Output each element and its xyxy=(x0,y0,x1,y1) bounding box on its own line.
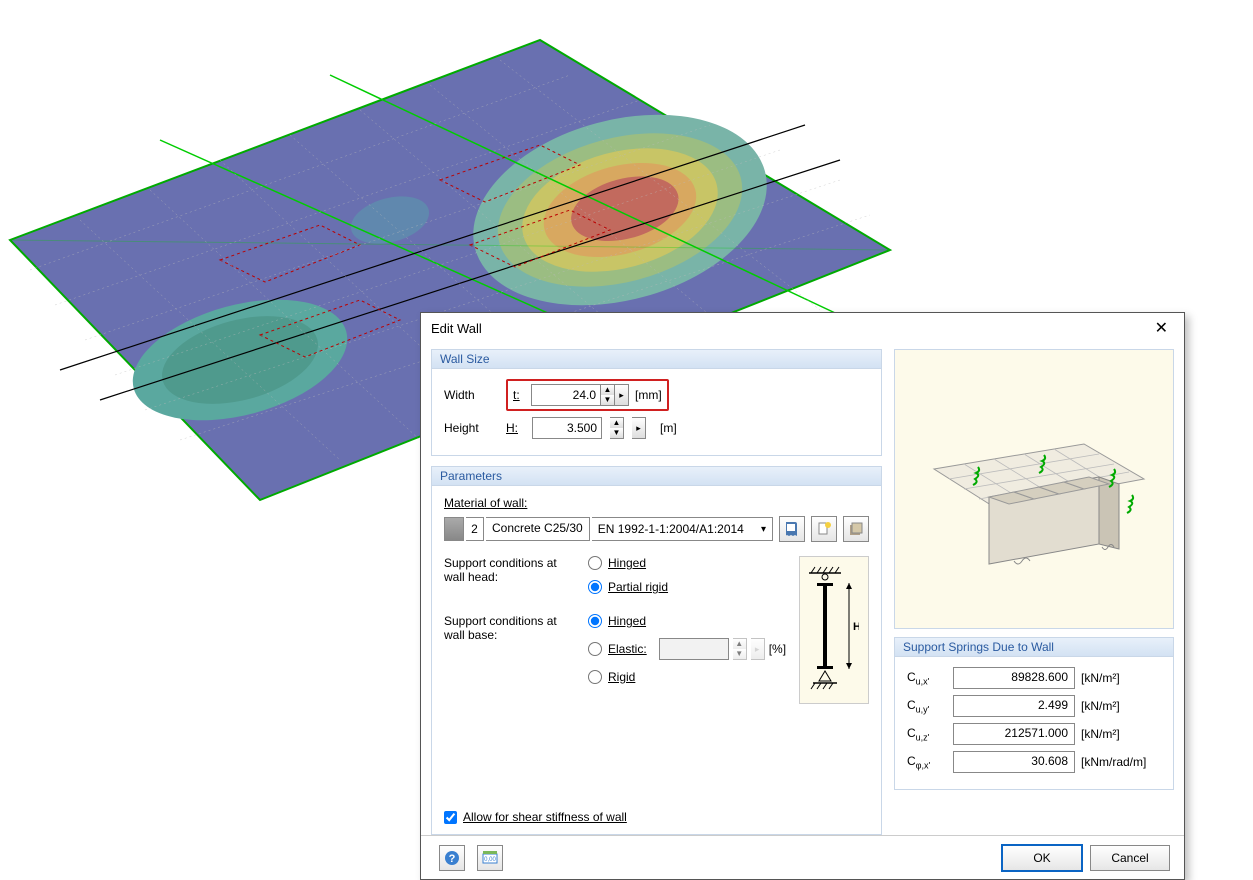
height-step-button[interactable]: ▸ xyxy=(632,417,646,439)
cphix-unit: [kNm/rad/m] xyxy=(1081,755,1161,769)
head-partial-rigid-radio[interactable] xyxy=(588,580,602,594)
cphix-label: Cφ,x' xyxy=(907,754,947,770)
material-code-text: EN 1992-1-1:2004/A1:2014 xyxy=(598,522,744,536)
cux-label: Cu,x' xyxy=(907,670,947,686)
elastic-step: ▸ xyxy=(751,638,765,660)
support-base-label: Support conditions at wall base: xyxy=(444,614,574,684)
material-edit-icon xyxy=(848,521,864,537)
width-step-button[interactable]: ▸ xyxy=(615,384,629,406)
width-spinner[interactable]: ▲ ▼ xyxy=(601,384,615,406)
material-code-dropdown[interactable]: EN 1992-1-1:2004/A1:2014 ▾ xyxy=(592,517,773,541)
edit-material-button[interactable] xyxy=(843,516,869,542)
height-spin-down[interactable]: ▼ xyxy=(610,428,623,438)
cux-value: 89828.600 xyxy=(953,667,1075,689)
cuy-label: Cu,y' xyxy=(907,698,947,714)
height-input[interactable] xyxy=(532,417,602,439)
elastic-up: ▲ xyxy=(733,639,746,649)
base-rigid-label: Rigid xyxy=(608,670,635,684)
wall-section-diagram: H xyxy=(799,556,869,704)
support-head-label: Support conditions at wall head: xyxy=(444,556,574,594)
width-input[interactable] xyxy=(531,384,601,406)
cux-unit: [kN/m²] xyxy=(1081,671,1161,685)
width-spin-down[interactable]: ▼ xyxy=(601,395,614,405)
cuz-value: 212571.000 xyxy=(953,723,1075,745)
new-material-button[interactable] xyxy=(811,516,837,542)
width-spin-up[interactable]: ▲ xyxy=(601,385,614,395)
head-hinged-radio[interactable] xyxy=(588,556,602,570)
base-hinged-label: Hinged xyxy=(608,614,646,628)
width-symbol: t: xyxy=(513,388,531,402)
height-spinner[interactable]: ▲ ▼ xyxy=(610,417,624,439)
cuy-value: 2.499 xyxy=(953,695,1075,717)
chevron-down-icon: ▾ xyxy=(761,524,766,535)
edit-wall-dialog: Edit Wall ✕ Wall Size Width t: ▲ ▼ xyxy=(420,312,1185,880)
new-file-icon xyxy=(816,521,832,537)
support-springs-group: Support Springs Due to Wall Cu,x' 89828.… xyxy=(894,637,1174,790)
height-unit: [m] xyxy=(660,421,677,435)
springs-header: Support Springs Due to Wall xyxy=(895,638,1173,657)
base-elastic-radio[interactable] xyxy=(588,642,602,656)
help-icon: ? xyxy=(444,850,460,866)
shear-stiffness-checkbox[interactable] xyxy=(444,811,457,824)
base-rigid-radio[interactable] xyxy=(588,670,602,684)
base-hinged-radio[interactable] xyxy=(588,614,602,628)
width-unit: [mm] xyxy=(635,388,662,402)
units-icon: 0,00 xyxy=(482,850,498,866)
elastic-spinner: ▲ ▼ xyxy=(733,638,747,660)
wall-size-group: Wall Size Width t: ▲ ▼ ▸ [mm] xyxy=(431,349,882,456)
shear-stiffness-label: Allow for shear stiffness of wall xyxy=(463,810,627,824)
help-button[interactable]: ? xyxy=(439,845,465,871)
dialog-footer: ? 0,00 OK Cancel xyxy=(421,835,1184,879)
cuz-label: Cu,z' xyxy=(907,726,947,742)
dialog-title: Edit Wall xyxy=(431,321,482,336)
dialog-titlebar[interactable]: Edit Wall ✕ xyxy=(421,313,1184,343)
parameters-group: Parameters Material of wall: 2 Concrete … xyxy=(431,466,882,835)
svg-text:H: H xyxy=(853,621,859,633)
head-hinged-label: Hinged xyxy=(608,556,646,570)
svg-text:?: ? xyxy=(449,853,456,865)
wall-3d-preview xyxy=(894,349,1174,629)
wall-size-header: Wall Size xyxy=(432,350,881,369)
ok-button[interactable]: OK xyxy=(1002,845,1082,871)
cancel-button[interactable]: Cancel xyxy=(1090,845,1170,871)
parameters-header: Parameters xyxy=(432,467,881,486)
cuz-unit: [kN/m²] xyxy=(1081,727,1161,741)
material-name: Concrete C25/30 xyxy=(486,517,590,541)
material-index: 2 xyxy=(466,517,484,541)
elastic-unit: [%] xyxy=(769,642,786,656)
material-label: Material of wall: xyxy=(444,496,869,510)
cphix-value: 30.608 xyxy=(953,751,1075,773)
library-button[interactable] xyxy=(779,516,805,542)
width-highlight: t: ▲ ▼ ▸ [mm] xyxy=(506,379,669,411)
height-spin-up[interactable]: ▲ xyxy=(610,418,623,428)
close-icon[interactable]: ✕ xyxy=(1149,316,1174,340)
material-color-icon xyxy=(444,517,464,541)
svg-text:0,00: 0,00 xyxy=(484,857,496,863)
material-selector[interactable]: 2 Concrete C25/30 EN 1992-1-1:2004/A1:20… xyxy=(444,516,869,542)
height-symbol: H: xyxy=(506,421,524,435)
head-partial-rigid-label: Partial rigid xyxy=(608,580,668,594)
book-icon xyxy=(784,521,800,537)
height-label: Height xyxy=(444,421,498,435)
width-label: Width xyxy=(444,388,498,402)
cuy-unit: [kN/m²] xyxy=(1081,699,1161,713)
elastic-down: ▼ xyxy=(733,649,746,659)
base-elastic-label: Elastic: xyxy=(608,642,647,656)
units-button[interactable]: 0,00 xyxy=(477,845,503,871)
elastic-value-input xyxy=(659,638,729,660)
